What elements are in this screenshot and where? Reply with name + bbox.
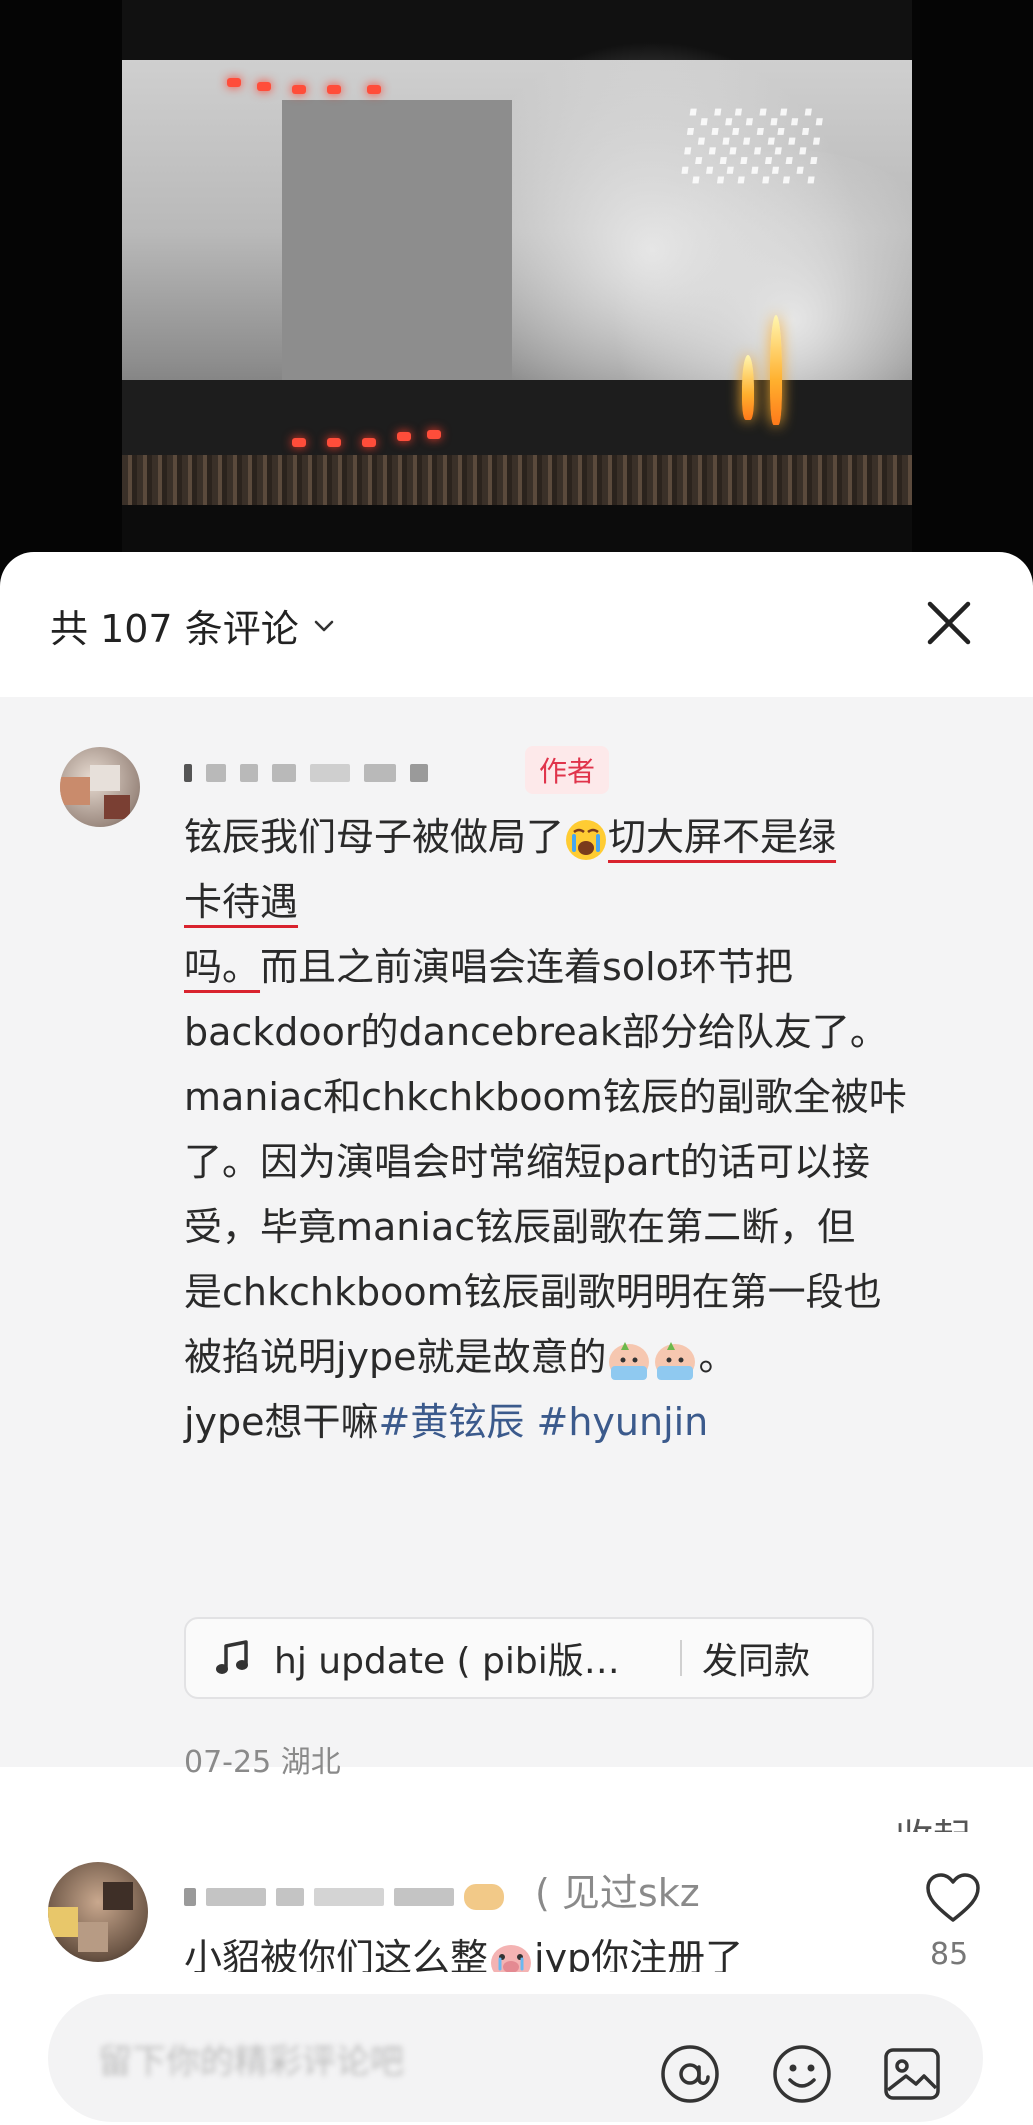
stage-light <box>427 430 441 439</box>
comment-input-placeholder: 留下你的精彩评论吧 <box>98 2042 404 2082</box>
chevron-down-icon <box>314 620 334 631</box>
image-icon[interactable] <box>880 2042 944 2106</box>
at-icon[interactable] <box>658 2042 722 2106</box>
comment-count-toggle[interactable]: 共 107 条评论 <box>50 598 335 653</box>
crying-sticker-icon <box>608 1341 695 1380</box>
comment-input[interactable]: 留下你的精彩评论吧 <box>48 1994 983 2122</box>
crying-face-icon <box>566 819 607 860</box>
comment-text-underlined: 切大屏不是绿 <box>608 815 837 859</box>
stage-light <box>257 82 271 91</box>
username-blurred[interactable] <box>184 1884 504 1910</box>
video-frame[interactable]: ░░░ <box>122 0 912 560</box>
comment-line: maniac和chkchkboom铉辰的副歌全被咔 <box>184 1075 907 1119</box>
avatar-pixelation <box>60 777 90 805</box>
video-top-band <box>122 0 912 60</box>
stage-light <box>362 438 376 447</box>
comment-text-segment: 被掐说明jype就是故意的 <box>184 1335 607 1379</box>
hashtag-link[interactable]: #黄铉辰 <box>379 1400 525 1444</box>
comment-line: jype想干嘛#黄铉辰 #hyunjin <box>184 1390 984 1455</box>
comments-sheet: 共 107 条评论 作者 铉辰我们母子被做局了 切大屏不是绿 卡待遇 吗。而且之… <box>0 552 1033 2125</box>
comments-header: 共 107 条评论 <box>0 552 1033 697</box>
stage-light <box>327 438 341 447</box>
comment-line: 被掐说明jype就是故意的 。 <box>184 1325 984 1390</box>
avatar-pixelation <box>78 1922 108 1952</box>
username-blurred[interactable] <box>184 755 428 791</box>
comment-item: ( 见过skz 小貂被你们这么整 jyp你注册了 85 <box>0 1832 1033 1992</box>
avatar-pixelation <box>90 765 120 791</box>
stage-light <box>227 78 241 87</box>
comment-line: 是chkchkboom铉辰副歌明明在第一段也 <box>184 1270 882 1314</box>
hashtag-link[interactable]: #hyunjin <box>536 1400 708 1444</box>
comment-line: 铉辰我们母子被做局了 切大屏不是绿 <box>184 805 984 870</box>
stage-light <box>292 438 306 447</box>
comment-line: backdoor的dancebreak部分给队友了。 <box>184 1010 888 1054</box>
video-player[interactable]: ░░░ <box>0 0 1033 590</box>
author-badge: 作者 <box>525 746 610 794</box>
stage-light <box>397 432 411 441</box>
chip-divider <box>680 1640 682 1676</box>
music-note-icon <box>216 1640 248 1674</box>
video-stage-sign: ░░░ <box>680 110 827 184</box>
avatar-pixelation <box>103 1882 133 1910</box>
stage-light <box>292 85 306 94</box>
comment-count-label: 共 107 条评论 <box>50 607 299 651</box>
comment-line: 受，毕竟maniac铉辰副歌在第二断，但 <box>184 1205 856 1249</box>
comment-input-bar: 留下你的精彩评论吧 <box>0 1972 1033 2125</box>
smiley-icon[interactable] <box>770 2042 834 2106</box>
stage-flame <box>742 355 754 420</box>
comment-text-segment: jype想干嘛 <box>184 1400 379 1444</box>
comment-text-segment: 而且之前演唱会连着solo环节把 <box>260 945 793 989</box>
heart-icon[interactable] <box>925 1872 981 1924</box>
comment-text-segment: 铉辰我们母子被做局了 <box>184 815 565 859</box>
comment-text-segment: 。 <box>698 1335 737 1379</box>
music-song-title: hj update ( pibi版… <box>274 1641 620 1682</box>
like-count: 85 <box>930 1937 969 1972</box>
avatar[interactable] <box>60 747 140 827</box>
author-comment: 作者 铉辰我们母子被做局了 切大屏不是绿 卡待遇 吗。而且之前演唱会连着solo… <box>0 697 1033 1860</box>
stage-flame <box>770 315 782 425</box>
close-icon[interactable] <box>922 596 976 650</box>
avatar-pixelation <box>48 1907 78 1937</box>
stage-light <box>367 85 381 94</box>
comment-body[interactable]: 铉辰我们母子被做局了 切大屏不是绿 卡待遇 吗。而且之前演唱会连着solo环节把… <box>184 805 984 1455</box>
avatar[interactable] <box>48 1862 148 1962</box>
comment-text-underlined: 吗。 <box>184 945 261 989</box>
video-stage-screen <box>282 100 512 400</box>
use-same-audio-button[interactable]: 发同款 <box>702 1632 810 1684</box>
avatar-pixelation <box>104 795 130 819</box>
comment-date-location: 07-25 湖北 <box>184 1745 341 1780</box>
video-crowd <box>122 455 912 505</box>
comment-text-underlined: 卡待遇 <box>184 880 299 924</box>
stage-light <box>327 85 341 94</box>
comment-line: 吗。而且之前演唱会连着solo环节把 <box>184 935 984 1000</box>
comment-line: 了。因为演唱会时常缩短part的话可以接 <box>184 1140 870 1184</box>
music-chip[interactable]: hj update ( pibi版… 发同款 <box>184 1617 874 1699</box>
seen-label: ( 见过skz <box>535 1871 700 1915</box>
